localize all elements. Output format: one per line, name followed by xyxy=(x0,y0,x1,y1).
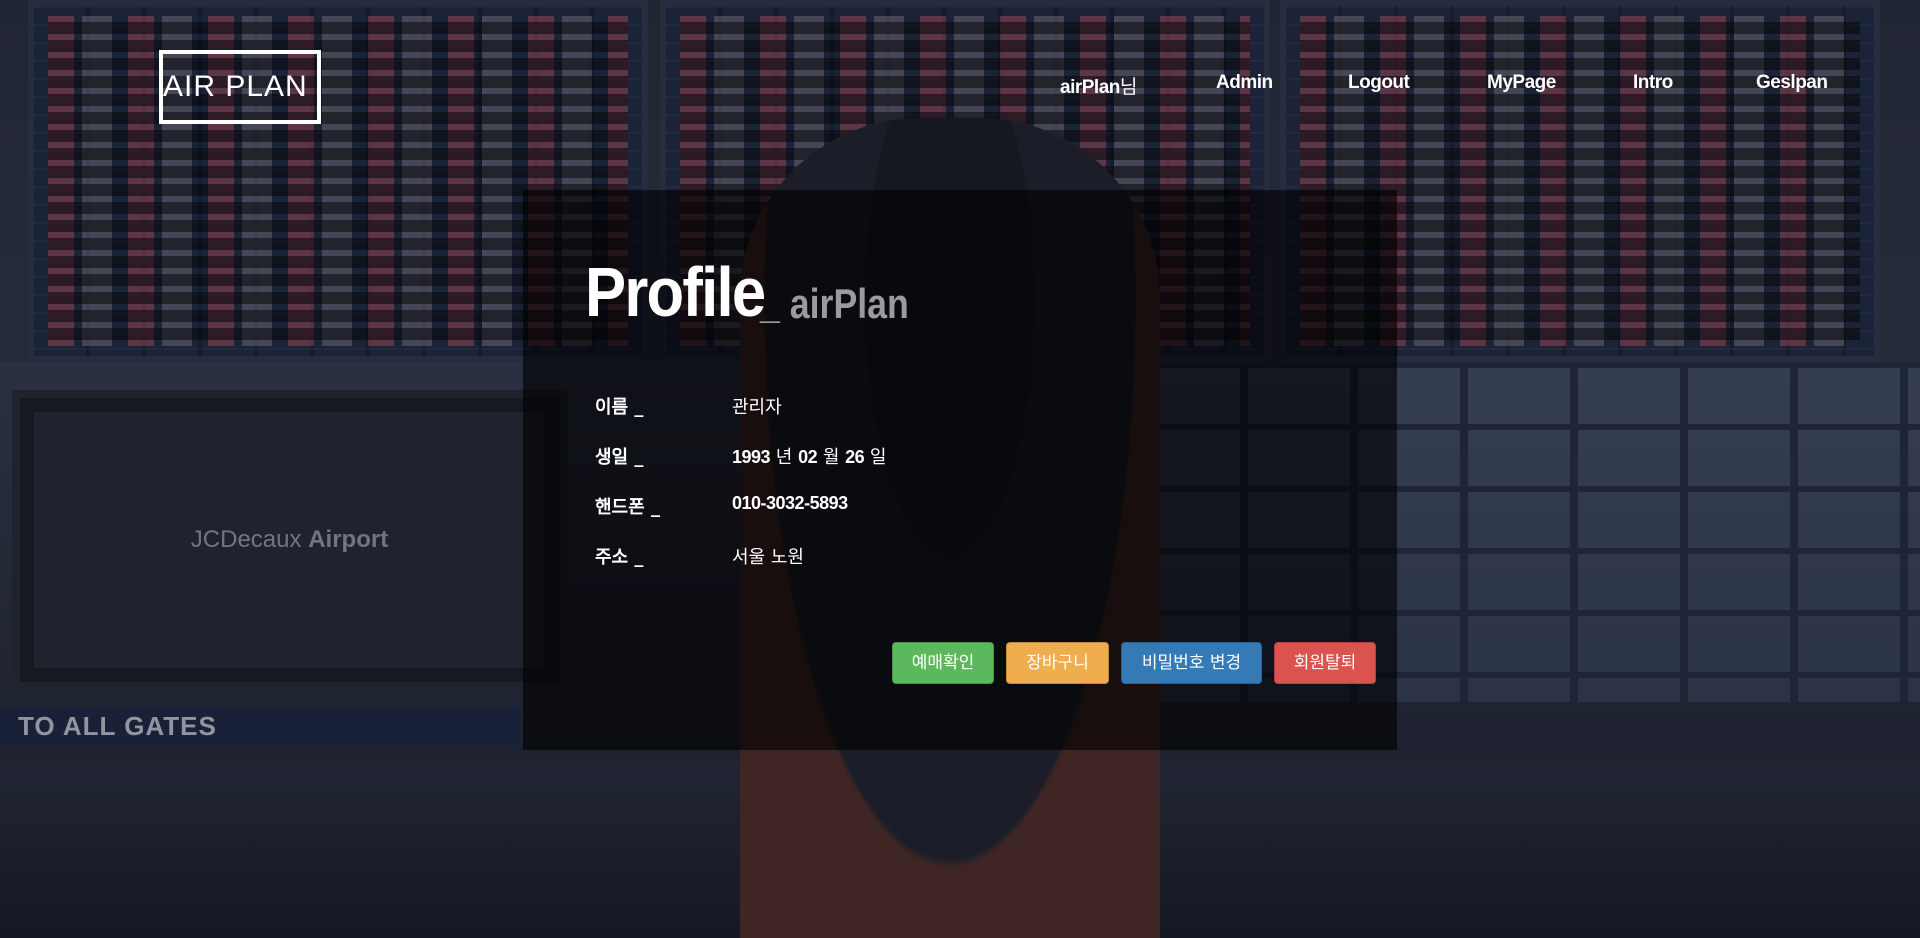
address-value: 서울 노원 xyxy=(732,547,804,568)
withdraw-button[interactable]: 회원탈퇴 xyxy=(1274,642,1376,684)
logo-text: AIR PLAN xyxy=(163,70,308,103)
birth-month: 02 xyxy=(798,447,818,467)
address-label: 주소 _ xyxy=(595,547,644,568)
nav-mypage[interactable]: MyPage xyxy=(1487,72,1556,94)
birth-day: 26 xyxy=(845,447,865,467)
phone-label: 핸드폰 _ xyxy=(595,497,660,518)
name-label: 이름 _ xyxy=(595,397,644,418)
nav-geslpan[interactable]: Geslpan xyxy=(1756,72,1828,94)
profile-panel: Profile _ airPlan 이름 _ 관리자 생일 _ 1993 년 0… xyxy=(523,190,1397,750)
logo[interactable]: AIR PLAN xyxy=(159,50,321,124)
nav-admin[interactable]: Admin xyxy=(1216,72,1273,94)
page: JCDecaux Airport TO ALL GATES AIR PLAN a… xyxy=(0,0,1920,938)
main-nav: airPlan님 Admin Logout MyPage Intro Geslp… xyxy=(1040,72,1828,100)
nav-user-name[interactable]: airPlan님 xyxy=(1060,72,1137,99)
nav-intro[interactable]: Intro xyxy=(1633,72,1673,94)
profile-row-name: 이름 _ 관리자 xyxy=(595,393,1295,425)
phone-value: 010-3032-5893 xyxy=(732,493,848,513)
profile-subtitle: _ airPlan xyxy=(760,280,909,327)
name-value: 관리자 xyxy=(732,397,782,418)
cart-button[interactable]: 장바구니 xyxy=(1006,642,1109,684)
profile-actions: 예매확인 장바구니 비밀번호 변경 회원탈퇴 xyxy=(892,642,1376,684)
profile-title: Profile xyxy=(585,253,766,331)
nav-logout[interactable]: Logout xyxy=(1348,72,1410,94)
profile-row-address: 주소 _ 서울 노원 xyxy=(595,543,1295,575)
birthday-label: 생일 _ xyxy=(595,447,644,468)
profile-row-birthday: 생일 _ 1993 년 02 월 26 일 xyxy=(595,443,1295,475)
change-password-button[interactable]: 비밀번호 변경 xyxy=(1121,642,1262,684)
profile-row-phone: 핸드폰 _ 010-3032-5893 xyxy=(595,493,1295,525)
birthday-value: 1993 년 02 월 26 일 xyxy=(732,447,887,468)
birth-year: 1993 xyxy=(732,447,771,467)
reservation-check-button[interactable]: 예매확인 xyxy=(892,642,994,684)
